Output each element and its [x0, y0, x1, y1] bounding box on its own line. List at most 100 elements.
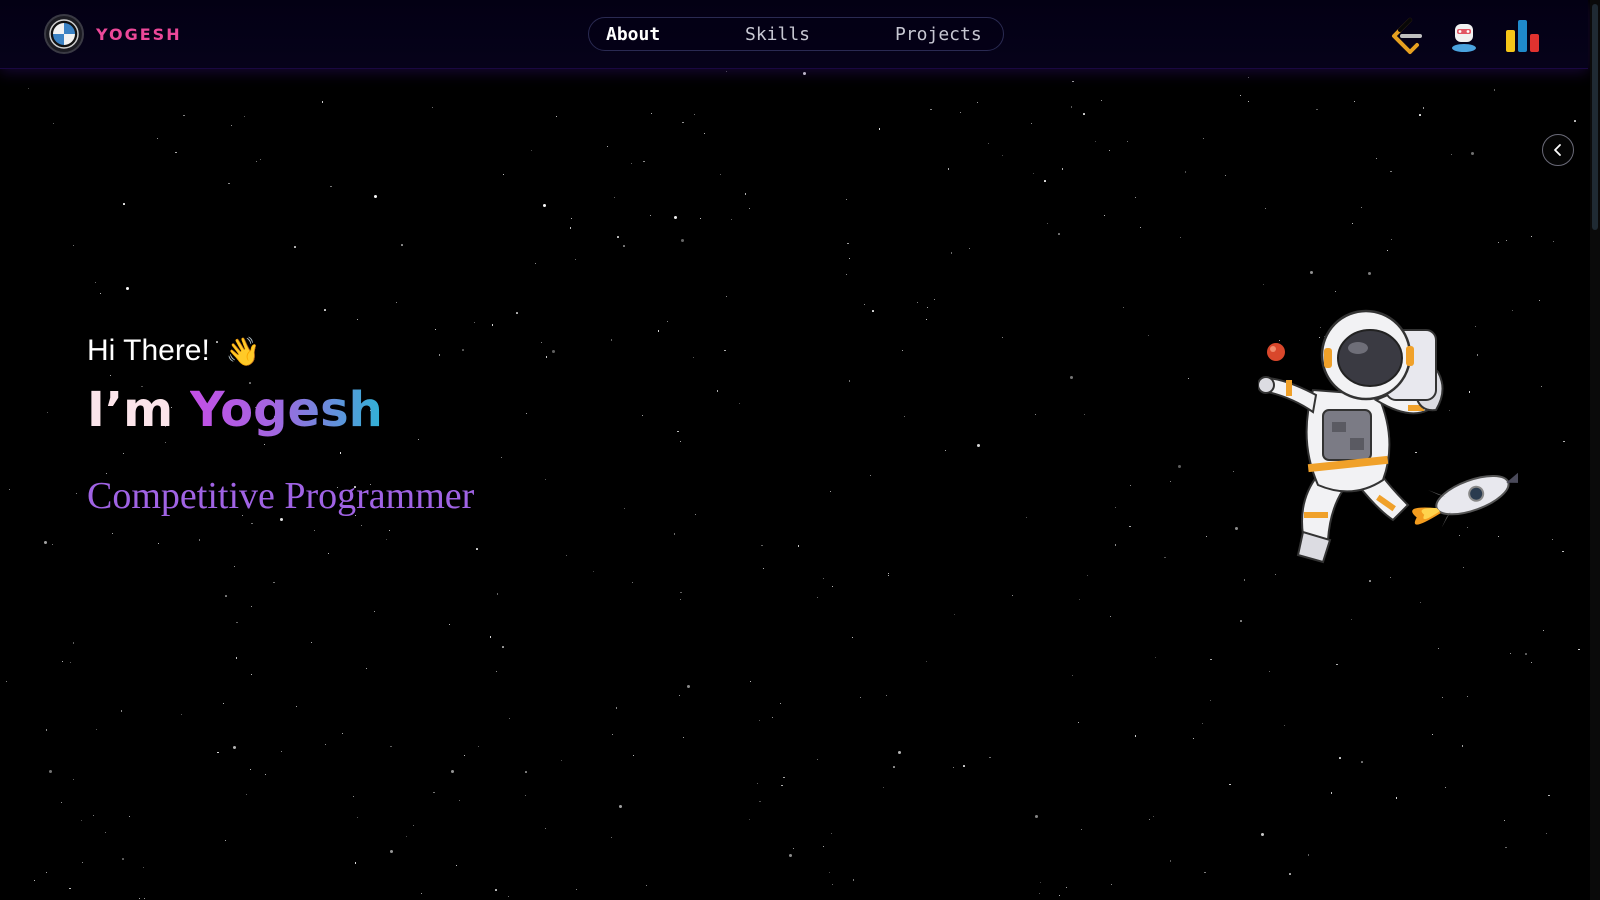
star [781, 784, 783, 787]
star [1094, 140, 1096, 142]
leetcode-icon[interactable] [1386, 16, 1426, 56]
star [180, 713, 183, 716]
star [623, 245, 625, 247]
star [674, 216, 678, 219]
star [1202, 723, 1204, 725]
star [878, 128, 881, 130]
star [749, 680, 752, 683]
star [927, 307, 929, 308]
astronaut-illustration [1258, 309, 1518, 564]
nav-link-about[interactable]: About [606, 24, 660, 46]
star [122, 858, 124, 860]
star [1030, 122, 1032, 124]
nav-link-skills[interactable]: Skills [745, 24, 810, 46]
navbar: YOGESH About Skills Projects [0, 0, 1588, 69]
star [496, 593, 499, 595]
star [273, 581, 275, 584]
star [1206, 536, 1208, 537]
star [643, 160, 645, 163]
star [1078, 722, 1080, 724]
star [845, 274, 847, 276]
star [1247, 76, 1250, 79]
star [783, 776, 785, 779]
star [1467, 695, 1469, 697]
scrollbar-thumb[interactable] [1592, 4, 1598, 230]
star [327, 552, 329, 554]
star [263, 444, 265, 445]
star [1184, 171, 1187, 173]
star [1154, 656, 1156, 658]
star [872, 310, 874, 312]
star [476, 548, 478, 550]
star [105, 831, 107, 833]
star [744, 193, 747, 195]
star [330, 185, 332, 188]
star [310, 641, 313, 644]
star [686, 685, 690, 689]
star [944, 449, 946, 451]
star [1542, 629, 1545, 632]
star [1309, 270, 1313, 274]
star [677, 430, 679, 433]
star [859, 697, 861, 699]
star [1025, 516, 1027, 518]
star [46, 412, 48, 413]
star [1283, 725, 1285, 727]
star [255, 160, 258, 163]
star [606, 146, 608, 148]
star [885, 695, 887, 696]
star [1264, 207, 1267, 210]
star [1114, 507, 1116, 509]
star [432, 107, 433, 109]
star [314, 530, 316, 531]
star [1059, 894, 1061, 896]
star [235, 657, 238, 659]
star [903, 415, 905, 417]
star [593, 571, 595, 573]
nav-link-projects[interactable]: Projects [895, 24, 982, 46]
star [138, 897, 141, 900]
star [198, 539, 201, 541]
star [610, 836, 613, 839]
star [681, 239, 685, 243]
star [491, 324, 494, 326]
star [901, 350, 903, 352]
star [1390, 170, 1392, 173]
star [849, 258, 851, 259]
star [610, 339, 613, 341]
star [339, 452, 342, 454]
star [680, 591, 682, 594]
scrollbar[interactable] [1590, 0, 1600, 900]
star [281, 751, 282, 753]
star [645, 884, 648, 887]
star [44, 541, 47, 545]
star [666, 320, 668, 322]
side-panel-toggle[interactable] [1542, 134, 1574, 166]
bmw-logo-icon [44, 14, 84, 54]
star [1079, 598, 1081, 600]
star [556, 116, 558, 118]
star [738, 403, 740, 405]
brand[interactable]: YOGESH [44, 14, 182, 54]
star [294, 246, 296, 248]
star [231, 125, 233, 127]
greeting-text: Hi There! [87, 334, 210, 367]
codeforces-icon[interactable] [1502, 16, 1542, 56]
star [357, 816, 358, 818]
star [142, 866, 144, 868]
star [1262, 284, 1264, 286]
star [1260, 832, 1264, 836]
star [682, 736, 684, 738]
star [374, 194, 378, 198]
star [1506, 240, 1508, 241]
star [641, 414, 643, 416]
star [575, 259, 577, 261]
nav-menu: About Skills Projects [588, 17, 1004, 51]
star [459, 799, 460, 801]
star [143, 897, 146, 900]
star [72, 245, 74, 247]
star [217, 751, 219, 754]
star [632, 581, 634, 583]
geeksforgeeks-icon[interactable] [1444, 16, 1484, 56]
star [692, 356, 695, 359]
